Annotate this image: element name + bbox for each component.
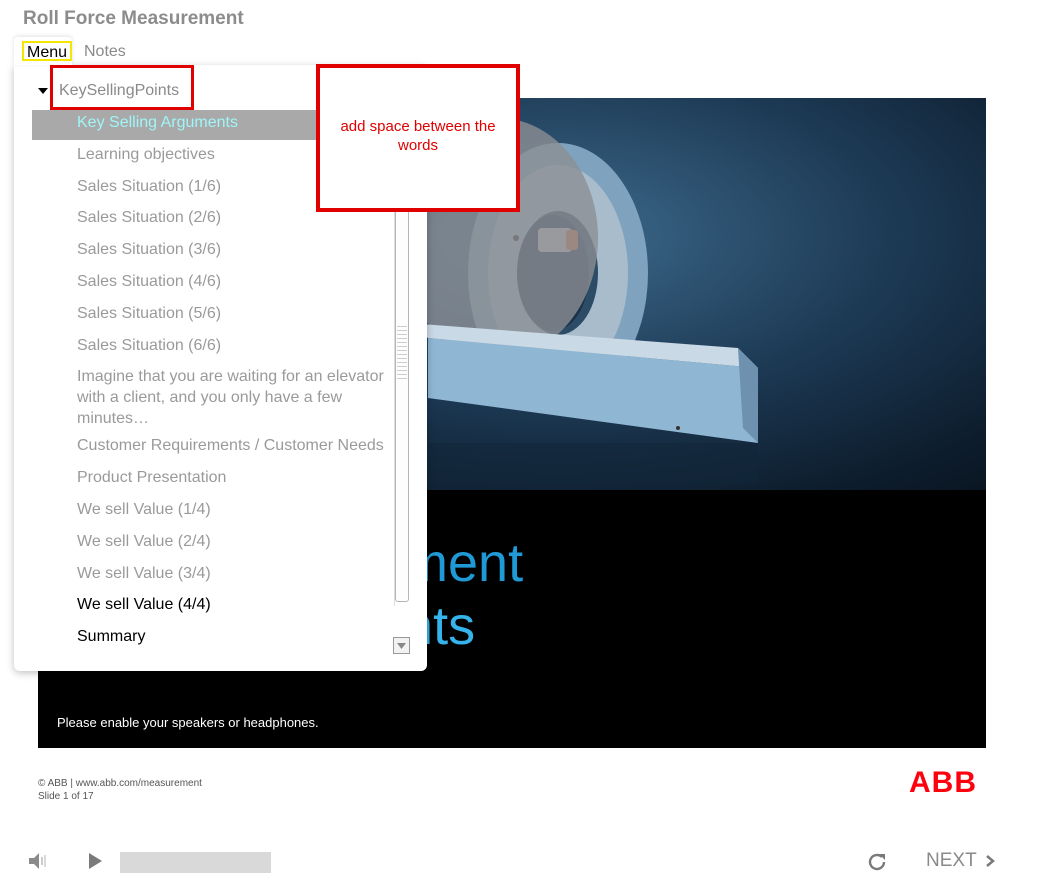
menu-item-we-sell-value-3[interactable]: We sell Value (3/4) — [77, 563, 387, 584]
menu-item-sales-situation-6[interactable]: Sales Situation (6/6) — [77, 335, 387, 356]
playback-progress-bar[interactable] — [120, 852, 271, 873]
replay-icon — [868, 853, 886, 871]
next-label: NEXT — [926, 850, 977, 871]
speaker-icon — [29, 853, 46, 869]
menu-item-elevator-pitch[interactable]: Imagine that you are waiting for an elev… — [77, 366, 387, 429]
annotation-comment-text: add space between the words — [340, 118, 496, 154]
chevron-right-icon — [985, 855, 995, 867]
menu-item-we-sell-value-1[interactable]: We sell Value (1/4) — [77, 499, 387, 520]
replay-button[interactable] — [865, 850, 889, 874]
menu-item-sales-situation-3[interactable]: Sales Situation (3/6) — [77, 239, 387, 260]
abb-logo: ABB — [909, 766, 977, 799]
volume-button[interactable] — [27, 851, 49, 871]
menu-item-sales-situation-4[interactable]: Sales Situation (4/6) — [77, 271, 387, 292]
course-title: Roll Force Measurement — [23, 8, 244, 29]
menu-item-customer-requirements[interactable]: Customer Requirements / Customer Needs — [77, 435, 387, 456]
menu-item-we-sell-value-2[interactable]: We sell Value (2/4) — [77, 531, 387, 552]
menu-item-sales-situation-5[interactable]: Sales Situation (5/6) — [77, 303, 387, 324]
slide-counter: Slide 1 of 17 — [38, 791, 94, 802]
play-button[interactable] — [86, 852, 104, 870]
scroll-down-button[interactable] — [393, 637, 410, 654]
scrollbar-grip-icon — [397, 326, 407, 380]
menu-item-summary[interactable]: Summary — [77, 626, 387, 647]
menu-item-we-sell-value-4[interactable]: We sell Value (4/4) — [77, 594, 387, 615]
annotation-highlight-box — [50, 65, 194, 110]
menu-item-product-presentation[interactable]: Product Presentation — [77, 467, 387, 488]
copyright-text: © ABB | www.abb.com/measurement — [38, 778, 202, 789]
caret-down-icon — [38, 88, 48, 94]
slide-footer: © ABB | www.abb.com/measurement Slide 1 … — [38, 777, 202, 803]
audio-hint: Please enable your speakers or headphone… — [57, 715, 319, 730]
tab-notes[interactable]: Notes — [84, 43, 126, 61]
triangle-down-icon — [397, 643, 406, 649]
tab-menu-label[interactable]: Menu — [22, 41, 73, 61]
play-icon — [89, 853, 102, 869]
next-button[interactable]: NEXT — [926, 850, 995, 872]
